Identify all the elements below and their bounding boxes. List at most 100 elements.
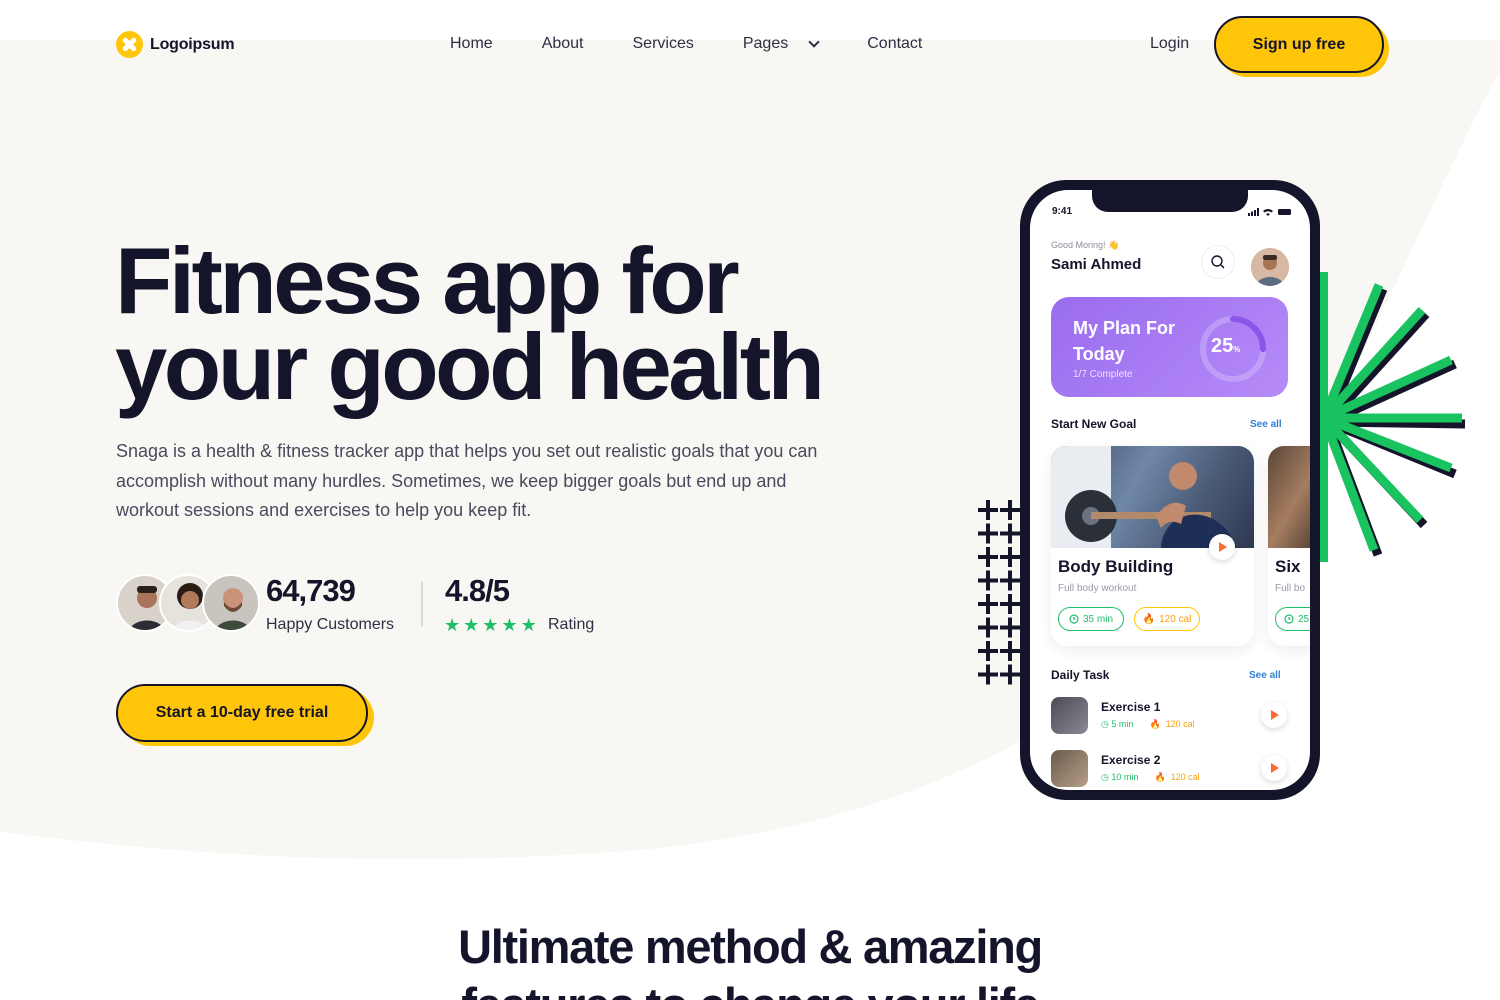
top-navigation: Logoipsum Home About Services Pages Cont… — [0, 0, 1500, 90]
plan-percent-suffix: % — [1233, 345, 1241, 354]
signup-button-wrap: Sign up free — [1214, 16, 1390, 78]
play-icon — [1271, 763, 1279, 773]
customers-count: 64,739 — [266, 573, 356, 608]
play-button[interactable] — [1261, 702, 1287, 728]
hero-title-line-2: your good health — [115, 314, 825, 419]
goal-image — [1051, 446, 1254, 560]
greeting-text: Good Moring! 👋 — [1051, 240, 1120, 250]
goals-see-all-link[interactable]: See all — [1250, 419, 1282, 430]
task-meta: ◷ 5 min 🔥 120 cal — [1101, 719, 1195, 730]
phone-screen: 9:41 Good Moring! 👋 Sami Ahmed My Plan F… — [1030, 190, 1310, 790]
plan-percent-value: 25 — [1211, 335, 1234, 357]
goal-subtitle: Full body workout — [1058, 583, 1137, 594]
nav-about[interactable]: About — [542, 35, 584, 53]
task-duration: 5 min — [1111, 719, 1134, 729]
nav-home[interactable]: Home — [450, 35, 493, 53]
duration-pill: 35 min — [1058, 607, 1124, 631]
rating-stars: ★★★★★ — [444, 615, 540, 636]
today-plan-card[interactable]: My Plan For Today 1/7 Complete 25% — [1051, 297, 1288, 397]
nav-services[interactable]: Services — [633, 35, 694, 53]
task-calories: 120 cal — [1170, 772, 1200, 782]
green-burst-decoration — [1319, 272, 1466, 562]
nav-contact[interactable]: Contact — [867, 35, 922, 53]
features-section-title: Ultimate method & amazing features to ch… — [0, 918, 1500, 1000]
logo-text: Logoipsum — [150, 35, 235, 53]
task-name: Exercise 1 — [1101, 700, 1161, 714]
task-meta: ◷ 10 min 🔥 120 cal — [1101, 772, 1200, 783]
tasks-see-all-link[interactable]: See all — [1249, 670, 1281, 681]
plus-pattern-decoration — [978, 500, 1020, 685]
nav-pages[interactable]: Pages — [742, 35, 820, 53]
rating-value: 4.8/5 — [445, 573, 510, 608]
nav-pages-label: Pages — [742, 35, 789, 52]
task-name: Exercise 2 — [1101, 753, 1161, 767]
goal-card-body-building[interactable]: Body Building Full body workout 35 min 🔥… — [1051, 446, 1254, 646]
hero-title: Fitness app for your good health — [115, 228, 875, 419]
customers-label: Happy Customers — [266, 616, 395, 633]
clock-icon — [1284, 614, 1294, 624]
rating-label: Rating — [548, 616, 595, 633]
plan-title: My Plan For Today — [1073, 318, 1176, 364]
status-icons — [1248, 207, 1292, 219]
goal-name: Six — [1275, 557, 1301, 576]
free-trial-button[interactable]: Start a 10-day free trial — [116, 684, 368, 742]
tasks-heading: Daily Task — [1051, 668, 1110, 682]
task-row[interactable]: Exercise 2 ◷ 10 min 🔥 120 cal — [1051, 750, 1291, 790]
fire-icon: 🔥 — [1142, 613, 1156, 625]
task-thumbnail — [1051, 697, 1088, 734]
task-duration: 10 min — [1111, 772, 1139, 782]
star-icon: ★ — [444, 615, 464, 635]
goal-name: Body Building — [1058, 557, 1174, 576]
phone-mockup: 9:41 Good Moring! 👋 Sami Ahmed My Plan F… — [1020, 180, 1320, 800]
logo-icon — [116, 31, 143, 58]
calories-pill: 🔥 120 cal — [1134, 607, 1200, 631]
wifi-icon — [1263, 209, 1273, 216]
status-time: 9:41 — [1052, 206, 1073, 217]
goal-card-six[interactable]: Six Full bo 25 — [1268, 446, 1310, 646]
goals-heading: Start New Goal — [1051, 417, 1137, 431]
hero-description: Snaga is a health & fitness tracker app … — [116, 441, 818, 520]
fire-icon: 🔥 — [1149, 719, 1162, 729]
play-icon — [1271, 710, 1279, 720]
play-button[interactable] — [1209, 534, 1235, 560]
goal-image — [1268, 446, 1310, 548]
battery-icon — [1278, 209, 1291, 215]
clock-icon — [1069, 614, 1079, 624]
login-link[interactable]: Login — [1150, 35, 1189, 53]
main-menu: Home About Services Pages Contact — [450, 35, 971, 53]
plan-subtitle: 1/7 Complete — [1073, 369, 1133, 380]
fire-icon: 🔥 — [1154, 772, 1167, 782]
task-calories: 120 cal — [1165, 719, 1195, 729]
signal-icon — [1248, 208, 1259, 216]
star-icon: ★ — [463, 615, 483, 635]
clock-icon: ◷ — [1101, 719, 1109, 729]
phone-notch — [1092, 190, 1248, 212]
logo[interactable]: Logoipsum — [116, 31, 235, 58]
cta-button-wrap: Start a 10-day free trial — [116, 684, 376, 748]
clock-icon: ◷ — [1101, 772, 1109, 782]
user-avatar[interactable] — [1251, 248, 1289, 286]
goal-subtitle: Full bo — [1275, 583, 1306, 594]
duration-pill: 25 — [1275, 607, 1310, 631]
features-title-line-1: Ultimate method & amazing — [458, 920, 1043, 973]
play-button[interactable] — [1261, 755, 1287, 781]
hero-title-line-1: Fitness app for — [115, 228, 740, 333]
star-icon: ★ — [520, 615, 540, 635]
star-icon: ★ — [482, 615, 502, 635]
task-thumbnail — [1051, 750, 1088, 787]
calories-text: 120 cal — [1159, 613, 1192, 625]
task-row[interactable]: Exercise 1 ◷ 5 min 🔥 120 cal — [1051, 697, 1291, 739]
stats-divider — [421, 582, 423, 626]
play-icon — [1219, 542, 1227, 552]
search-icon — [1211, 255, 1225, 269]
avatar — [202, 574, 260, 632]
plan-percent: 25% — [1211, 335, 1240, 358]
duration-text: 35 min — [1082, 613, 1113, 625]
features-title-line-2: features to change your life — [0, 976, 1500, 1000]
search-button[interactable] — [1201, 245, 1235, 279]
chevron-down-icon — [808, 36, 820, 48]
duration-text: 25 — [1298, 613, 1310, 625]
hero-stats: 64,739 Happy Customers 4.8/5 ★★★★★ Ratin… — [116, 573, 636, 636]
signup-button[interactable]: Sign up free — [1214, 16, 1384, 73]
star-icon: ★ — [501, 615, 521, 635]
